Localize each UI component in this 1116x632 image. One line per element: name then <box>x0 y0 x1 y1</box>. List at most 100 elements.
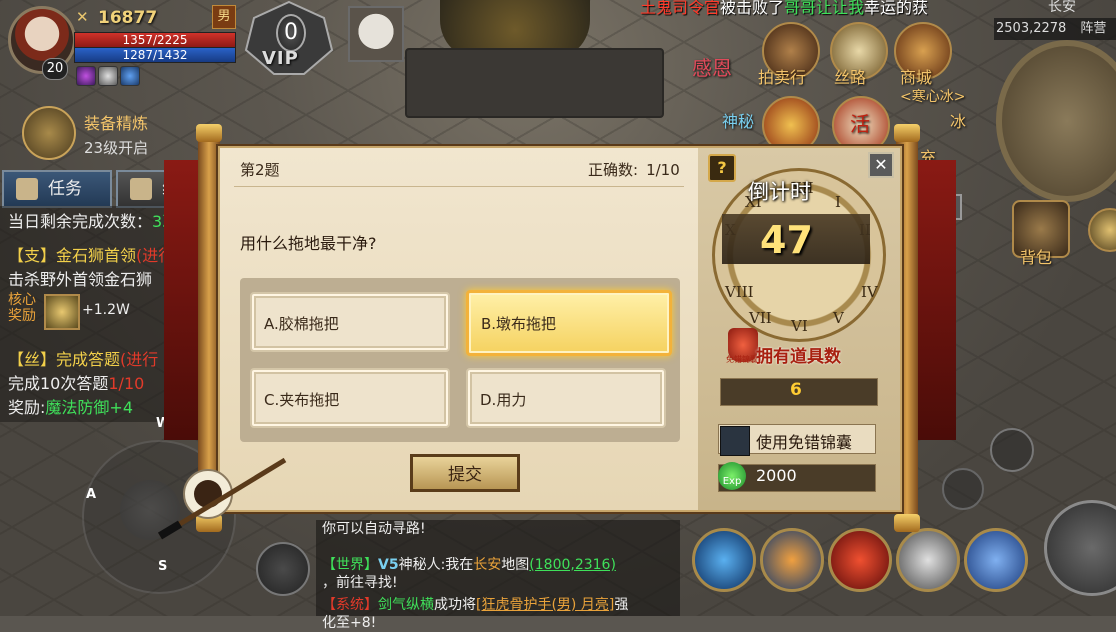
task-reward-value: 魔法防御+4 <box>45 398 133 417</box>
chat-channel: 【系统】 <box>322 597 378 613</box>
bag-label[interactable]: 背包 <box>1020 244 1052 268</box>
skill-slot-5[interactable] <box>964 528 1028 592</box>
gender-badge: 男 <box>212 5 236 29</box>
thanks-event-label[interactable]: 感恩 <box>692 52 732 81</box>
task-item-lion[interactable]: 【支】金石狮首领(进行 <box>8 242 174 266</box>
statue-fence <box>405 48 664 118</box>
buff-list <box>76 66 142 90</box>
chat-vip-badge: V5 <box>378 557 399 573</box>
broadcast-boss: 土鬼司令官 <box>640 0 721 17</box>
divider <box>234 186 684 187</box>
exp-reward-value: 2000 <box>756 466 797 485</box>
rod-cap <box>196 124 222 142</box>
task-tag: 【支】 <box>8 246 57 265</box>
lucky-bag-badge: 免错锦囊 <box>726 355 758 364</box>
items-owned-label: 拥有道具数 <box>756 347 841 367</box>
task-icon <box>16 178 38 200</box>
quiz-info-pane: ? XII I II IV V VI VII VIII X XI 倒计时 47 … <box>698 148 900 510</box>
activity-label: 活 <box>850 112 870 136</box>
exp-icon: Exp <box>718 462 746 490</box>
joystick-left-label: A <box>86 487 97 502</box>
system-broadcast: 土鬼司令官被击败了哥哥让让我幸运的获 <box>640 0 928 18</box>
tab-task[interactable]: 任务 <box>2 170 112 208</box>
vip-level: 0 <box>276 14 306 52</box>
tab-task-label: 任务 <box>48 179 82 199</box>
chat-item-link[interactable]: [狂虎骨护手(男) 月亮] <box>476 597 614 613</box>
broadcast-text: 幸运的获 <box>864 0 929 17</box>
answer-option-b[interactable]: B.墩布拖把 <box>466 290 672 356</box>
close-button[interactable]: ✕ <box>868 152 894 178</box>
task-name: 完成答题 <box>56 350 121 369</box>
help-button[interactable]: ? <box>708 154 736 182</box>
joystick-down-label: S <box>158 559 168 574</box>
skill-slot-1[interactable] <box>692 528 756 592</box>
answer-option-a[interactable]: A.胶棉拖把 <box>250 292 450 352</box>
chat-line: ，前往寻找! <box>322 575 398 591</box>
combat-power: 16877 <box>98 8 158 28</box>
chat-line: 化至+8! <box>322 615 377 631</box>
quiz-question-pane: 第2题 正确数: 1/10 用什么拖地最干净? A.胶棉拖把 B.墩布拖把 C.夹… <box>220 148 698 510</box>
countdown-value: 47 <box>760 218 813 262</box>
buff-icon[interactable] <box>76 66 96 86</box>
silk-road-label[interactable]: 丝路 <box>834 64 866 88</box>
chat-text: 我在 <box>445 557 474 573</box>
answer-option-d[interactable]: D.用力 <box>466 368 666 428</box>
mystery-label[interactable]: 神秘 <box>722 108 754 132</box>
skill-slot-4[interactable] <box>896 528 960 592</box>
use-item-checkbox[interactable] <box>720 426 750 456</box>
shop-label[interactable]: 商城 <box>900 64 932 88</box>
equip-refine-unlock: 23级开启 <box>84 139 149 157</box>
add-skill-icon[interactable] <box>942 468 984 510</box>
brush-icon <box>157 457 287 540</box>
chat-text: 成功将 <box>434 597 476 613</box>
task-reward-label-line2: 奖励 <box>8 308 36 324</box>
skill-slot-3[interactable] <box>828 528 892 592</box>
task-desc: 击杀野外首领金石狮 <box>8 270 153 289</box>
skill-slot-2[interactable] <box>760 528 824 592</box>
task-item-quiz[interactable]: 【丝】完成答题(进行 <box>8 346 158 370</box>
chat-line: 你可以自动寻路! <box>322 521 426 537</box>
hp-bar: 1357/2225 <box>74 32 236 48</box>
target-lock-icon[interactable] <box>990 428 1034 472</box>
task-reward-label-line1: 核心 <box>8 292 36 308</box>
task-state: (进行 <box>120 350 159 369</box>
camp-label: 阵营 <box>1080 21 1107 36</box>
chat-player[interactable]: 剑气纵横 <box>378 597 434 613</box>
task-name: 金石狮首领 <box>56 246 137 265</box>
vip-label: VIP <box>262 48 299 69</box>
answer-option-c[interactable]: C.夹布拖把 <box>250 368 450 428</box>
chat-panel[interactable]: 你可以自动寻路! 【世界】V5神秘人:我在长安地图(1800,2316) ，前往… <box>316 520 680 631</box>
question-text: 用什么拖地最干净? <box>240 234 377 253</box>
buff-icon[interactable] <box>120 66 140 86</box>
rod-cap <box>894 514 920 532</box>
task-desc: 完成10次答题 <box>8 374 109 393</box>
correct-count-value: 1/10 <box>646 161 680 179</box>
map-coords: 2503,2278 阵营 <box>994 18 1116 40</box>
answer-options: A.胶棉拖把 B.墩布拖把 C.夹布拖把 D.用力 <box>240 278 680 442</box>
player-level: 20 <box>42 58 68 80</box>
mp-bar: 1287/1432 <box>74 47 236 63</box>
equip-refine-icon[interactable] <box>22 106 76 160</box>
chat-line: 【系统】剑气纵横成功将[狂虎骨护手(男) 月亮]强 <box>322 594 628 614</box>
chat-sender[interactable]: 神秘人: <box>399 557 446 573</box>
chat-coords-link[interactable]: (1800,2316) <box>529 557 616 573</box>
chat-line: 【世界】V5神秘人:我在长安地图(1800,2316) <box>322 554 616 574</box>
chat-channel: 【世界】 <box>322 557 378 573</box>
use-item-label[interactable]: 使用免错锦囊 <box>756 429 852 453</box>
combat-power-icon: ✕ <box>76 8 89 26</box>
mount-button[interactable] <box>256 542 310 596</box>
auction-label[interactable]: 拍卖行 <box>758 64 806 88</box>
chat-text: 强 <box>614 597 629 613</box>
equip-refine-title[interactable]: 装备精炼 <box>84 110 148 134</box>
countdown-title: 倒计时 <box>748 180 811 204</box>
items-owned-count: 6 <box>790 380 802 400</box>
buff-icon[interactable] <box>98 66 118 86</box>
reward-item-icon[interactable] <box>44 294 80 330</box>
submit-button[interactable]: 提交 <box>410 454 520 492</box>
task-reward-label: 奖励: <box>8 398 46 417</box>
chat-text: 地图 <box>501 557 530 573</box>
notice-text: 冰 <box>950 112 967 131</box>
pet-portrait[interactable] <box>348 6 404 62</box>
task-progress: 1/10 <box>108 374 145 393</box>
correct-count: 正确数: 1/10 <box>588 159 680 180</box>
